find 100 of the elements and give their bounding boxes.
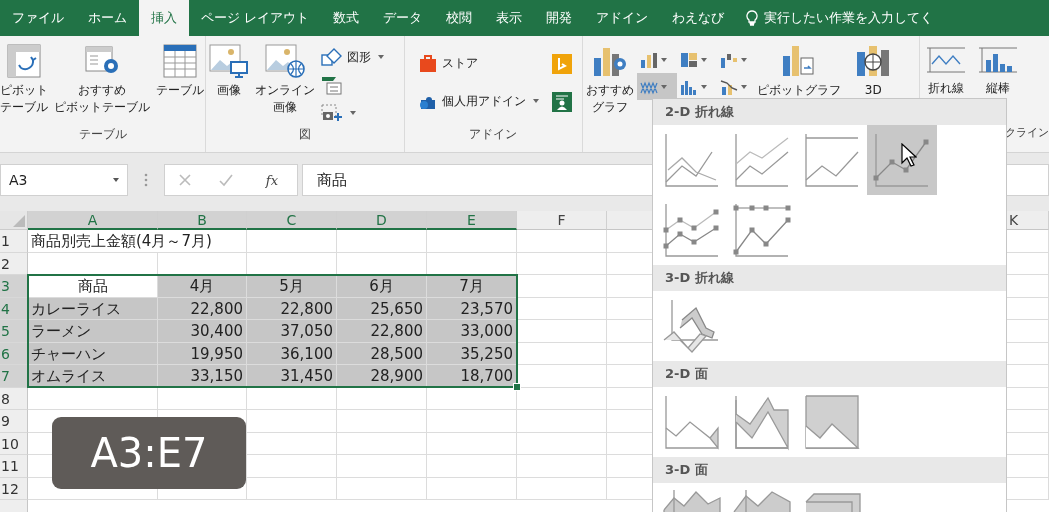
chart-type-option[interactable] — [867, 125, 937, 195]
waterfall-icon — [720, 51, 739, 68]
table-cell: 37,050 — [247, 320, 337, 343]
tell-me-field[interactable]: 実行したい作業を入力してく — [736, 0, 934, 36]
row-header[interactable]: 7 — [0, 365, 28, 388]
grip-icon — [144, 173, 148, 187]
caret-icon — [350, 111, 356, 115]
ribbon-tab[interactable]: 校閲 — [434, 0, 485, 36]
ribbon-tab[interactable]: わえなび — [660, 0, 737, 36]
ribbon-tab[interactable]: 開発 — [534, 0, 585, 36]
caret-icon — [741, 84, 748, 89]
menu-section-header: 3-D 面 — [653, 457, 1006, 483]
map-3d-button[interactable]: 3D — [841, 44, 906, 99]
table-cell: 22,800 — [247, 297, 337, 320]
ribbon-button[interactable]: オンライン 画像 — [252, 44, 318, 116]
table-cell: 33,150 — [158, 365, 247, 388]
my-addins-button[interactable]: 個人用アドイン — [414, 88, 542, 114]
table-cell: 28,500 — [337, 342, 427, 365]
ribbon-tab[interactable]: ファイル — [0, 0, 76, 36]
caret-icon — [701, 57, 708, 62]
ribbon-tab[interactable]: アドイン — [584, 0, 661, 36]
ribbon-tab[interactable]: 挿入 — [139, 0, 189, 36]
ribbon-tab[interactable]: ページ レイアウト — [189, 0, 322, 36]
table-cell: 25,650 — [337, 297, 427, 320]
table-cell: 36,100 — [247, 342, 337, 365]
table-cell: 22,800 — [158, 297, 247, 320]
row-header[interactable]: 6 — [0, 342, 28, 365]
column-header[interactable]: A — [28, 211, 158, 230]
sparkline-button[interactable]: 縦棒 — [972, 44, 1024, 97]
menu-section-header: 2-D 面 — [653, 361, 1006, 387]
shapes-icon — [321, 48, 343, 66]
row-header[interactable]: 3 — [0, 275, 28, 298]
combo-chart-icon — [720, 78, 739, 95]
check-icon[interactable] — [217, 173, 234, 187]
sparkline-button[interactable]: 折れ線 — [920, 44, 972, 97]
picture-icon — [265, 44, 305, 78]
ribbon-button[interactable]: おすすめ ピボットテーブル — [51, 44, 153, 116]
row-header[interactable]: 8 — [0, 387, 28, 410]
pivot-table-icon — [7, 44, 41, 78]
name-box[interactable]: A3 — [0, 164, 128, 196]
table-cell: 28,900 — [337, 365, 427, 388]
column-header[interactable]: E — [427, 211, 517, 230]
row-header[interactable]: 5 — [0, 320, 28, 343]
ribbon-button[interactable]: 画像 — [206, 44, 252, 99]
table-cell: 6月 — [337, 275, 427, 298]
insert-function-button[interactable]: fx — [259, 171, 284, 189]
table-cell: オムライス — [28, 365, 158, 388]
table-cell: カレーライス — [28, 297, 158, 320]
sparkline-line-icon — [926, 44, 966, 76]
range-caption: A3:E7 — [52, 417, 246, 489]
shopping-bag-icon — [417, 53, 438, 73]
ribbon-tab[interactable]: データ — [371, 0, 435, 36]
ribbon-button[interactable]: テーブル — [153, 44, 207, 99]
column-header[interactable]: F — [517, 211, 607, 230]
group-label: クライン — [1004, 126, 1049, 140]
table-cell: 7月 — [427, 275, 517, 298]
people-graph-icon[interactable] — [552, 92, 573, 112]
table-cell: 31,450 — [247, 365, 337, 388]
shapes-button[interactable]: 図形 — [318, 44, 387, 70]
ribbon-tab[interactable]: 表示 — [484, 0, 535, 36]
row-header[interactable]: 12 — [0, 477, 28, 500]
recommended-charts-button[interactable]: おすすめ グラフ — [583, 44, 638, 116]
table-cell: 18,700 — [427, 365, 517, 388]
bing-icon[interactable] — [552, 54, 573, 74]
ribbon-tab[interactable]: 数式 — [321, 0, 372, 36]
column-header[interactable]: C — [247, 211, 337, 230]
sparkline-column-icon — [978, 44, 1018, 76]
column-header[interactable]: D — [337, 211, 427, 230]
table-cell: 33,000 — [427, 320, 517, 343]
cancel-icon[interactable] — [177, 173, 192, 187]
picture-icon — [209, 44, 249, 78]
table-cell: チャーハン — [28, 342, 158, 365]
group-label: アドイン — [468, 126, 519, 143]
group-label: テーブル — [77, 126, 128, 143]
caret-icon — [532, 99, 539, 103]
row-header[interactable]: 10 — [0, 432, 28, 455]
column-header[interactable]: K — [1005, 211, 1049, 230]
ribbon-button[interactable]: ピボット テーブル — [0, 44, 51, 116]
globe-bars-icon — [855, 44, 892, 78]
column-header[interactable]: B — [158, 211, 247, 230]
line-chart-button[interactable] — [637, 73, 678, 100]
pivot-chart-button[interactable]: ピボットグラフ — [757, 44, 842, 99]
select-all-icon[interactable] — [13, 215, 25, 227]
caret-icon — [113, 178, 119, 182]
row-header[interactable]: 11 — [0, 455, 28, 478]
bar-chart-icon — [640, 51, 659, 68]
row-header[interactable]: 2 — [0, 252, 28, 275]
histogram-icon — [680, 78, 699, 95]
caret-icon — [741, 57, 748, 62]
fill-handle[interactable] — [513, 383, 521, 391]
table-cell: 19,950 — [158, 342, 247, 365]
table-cell: 商品別売上金額(4月～7月) — [28, 230, 247, 253]
row-header[interactable]: 1 — [0, 230, 28, 253]
row-header[interactable]: 4 — [0, 297, 28, 320]
group-label: 図 — [297, 126, 312, 143]
caret-icon — [661, 84, 668, 89]
ribbon-tab[interactable]: ホーム — [76, 0, 139, 36]
smartart-icon — [321, 75, 343, 95]
store-button[interactable]: ストア — [414, 50, 542, 76]
row-header[interactable]: 9 — [0, 410, 28, 433]
